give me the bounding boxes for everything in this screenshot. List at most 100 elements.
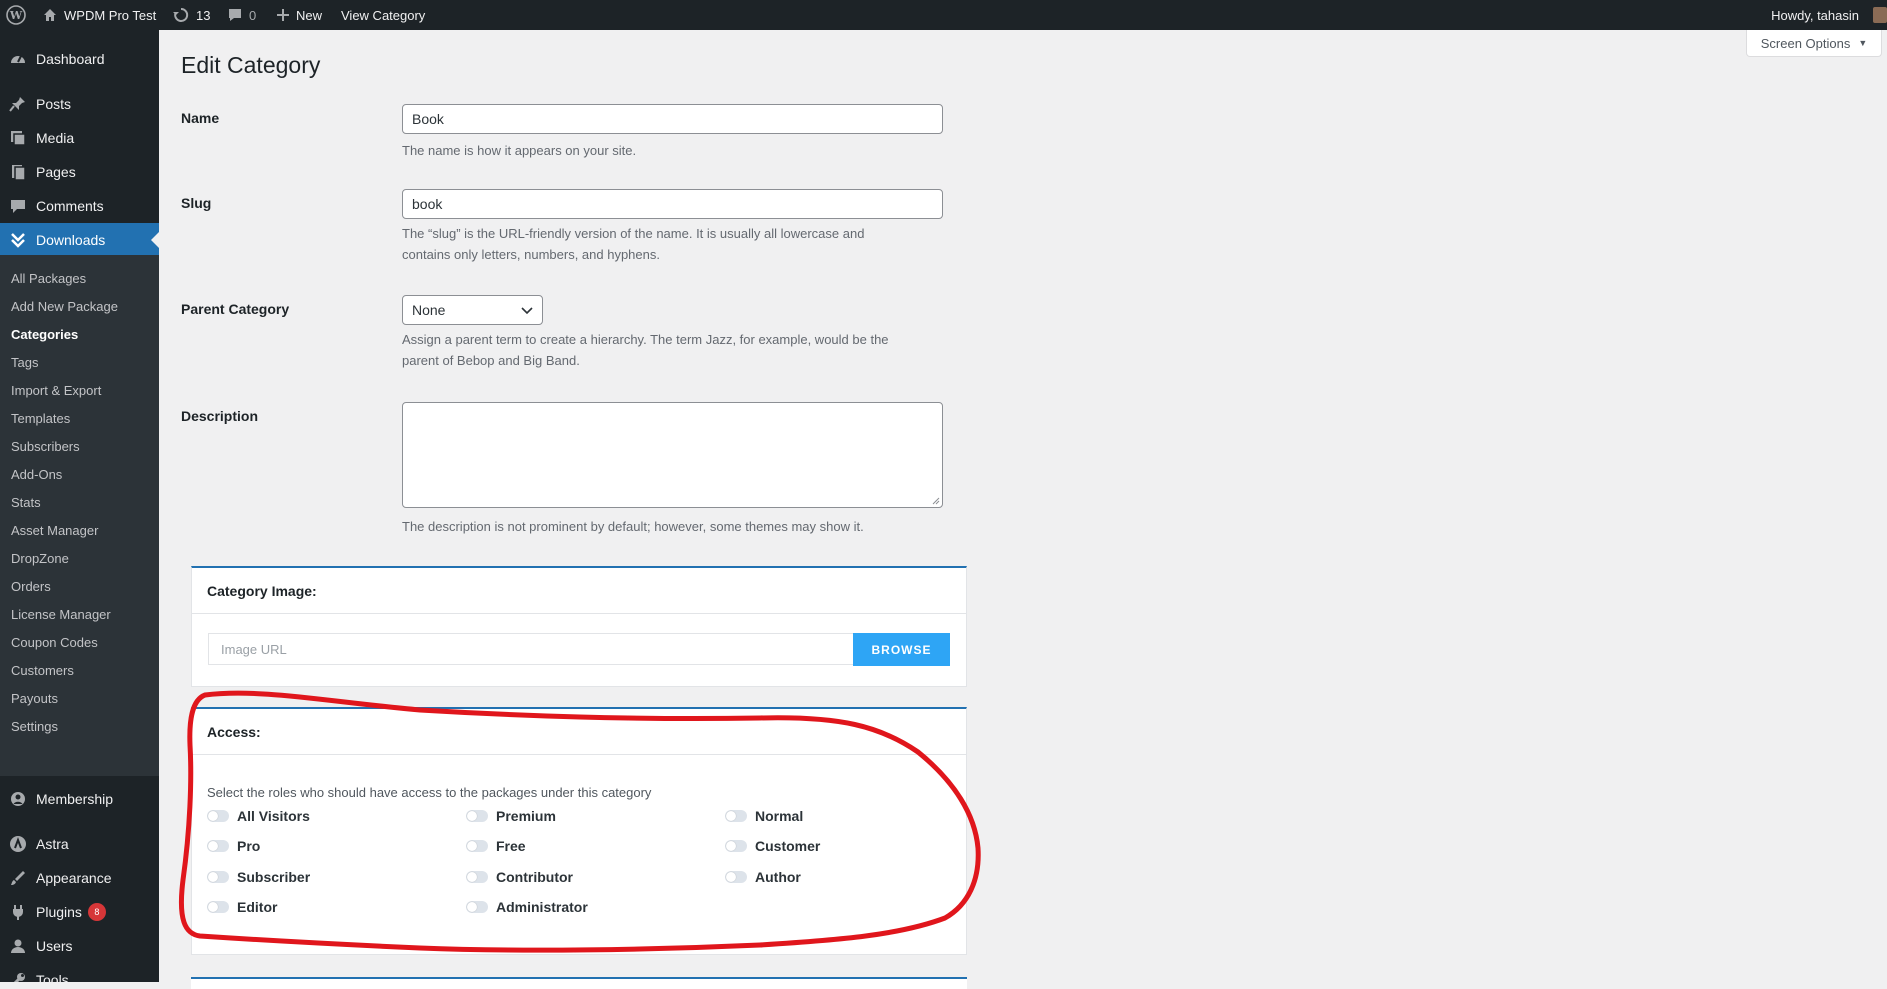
submenu-import-export[interactable]: Import & Export xyxy=(11,383,101,398)
media-icon xyxy=(0,129,36,147)
toggle-switch[interactable] xyxy=(466,901,488,913)
users-icon xyxy=(0,937,36,955)
screen-options-button[interactable]: Screen Options ▼ xyxy=(1746,30,1882,57)
user-avatar[interactable] xyxy=(1873,0,1887,30)
menu-dashboard[interactable]: Dashboard xyxy=(0,42,159,76)
submenu-coupon-codes[interactable]: Coupon Codes xyxy=(11,635,98,650)
role-contributor-toggle[interactable]: Contributor xyxy=(466,869,573,885)
slug-field[interactable]: book xyxy=(402,189,943,219)
menu-membership[interactable]: Membership xyxy=(0,782,159,816)
menu-media[interactable]: Media xyxy=(0,121,159,155)
role-pro-toggle[interactable]: Pro xyxy=(207,838,260,854)
role-author-toggle[interactable]: Author xyxy=(725,869,801,885)
plus-icon xyxy=(276,8,290,22)
role-label: Premium xyxy=(496,808,556,824)
submenu-stats[interactable]: Stats xyxy=(11,495,41,510)
name-field[interactable]: Book xyxy=(402,104,943,134)
tools-icon xyxy=(0,971,36,982)
toggle-switch[interactable] xyxy=(207,871,229,883)
site-name-link[interactable]: WPDM Pro Test xyxy=(42,0,156,30)
submenu-categories[interactable]: Categories xyxy=(11,327,78,342)
toggle-switch[interactable] xyxy=(207,840,229,852)
role-editor-toggle[interactable]: Editor xyxy=(207,899,277,915)
role-label: Editor xyxy=(237,899,278,915)
new-content-link[interactable]: New xyxy=(276,0,322,30)
menu-label: Comments xyxy=(36,198,104,214)
submenu-all-packages[interactable]: All Packages xyxy=(11,271,86,286)
menu-astra[interactable]: Astra xyxy=(0,827,159,861)
toggle-switch[interactable] xyxy=(466,810,488,822)
comment-bubble-icon xyxy=(227,7,243,23)
toggle-switch[interactable] xyxy=(725,810,747,822)
dashboard-icon xyxy=(0,50,36,68)
toggle-switch[interactable] xyxy=(725,840,747,852)
caret-down-icon: ▼ xyxy=(1858,38,1868,48)
role-customer-toggle[interactable]: Customer xyxy=(725,838,820,854)
access-panel: Access: Select the roles who should have… xyxy=(191,707,967,955)
role-normal-toggle[interactable]: Normal xyxy=(725,808,803,824)
role-label: Subscriber xyxy=(237,869,311,885)
toggle-switch[interactable] xyxy=(725,871,747,883)
submenu-asset-manager[interactable]: Asset Manager xyxy=(11,523,98,538)
submenu-dropzone[interactable]: DropZone xyxy=(11,551,69,566)
menu-label: Users xyxy=(36,938,73,954)
role-administrator-toggle[interactable]: Administrator xyxy=(466,899,588,915)
resize-handle-icon[interactable] xyxy=(932,497,940,505)
submenu-templates[interactable]: Templates xyxy=(11,411,70,426)
role-label: Pro xyxy=(237,838,261,854)
comments-count: 0 xyxy=(249,7,257,23)
description-textarea[interactable] xyxy=(402,402,943,508)
role-subscriber-toggle[interactable]: Subscriber xyxy=(207,869,310,885)
role-label: Administrator xyxy=(496,899,588,915)
menu-posts[interactable]: Posts xyxy=(0,87,159,121)
submenu-add-ons[interactable]: Add-Ons xyxy=(11,467,62,482)
submenu-payouts[interactable]: Payouts xyxy=(11,691,58,706)
menu-users[interactable]: Users xyxy=(0,929,159,963)
access-note: Select the roles who should have access … xyxy=(207,785,652,800)
role-label: All Visitors xyxy=(237,808,310,824)
user-greeting[interactable]: Howdy, tahasin xyxy=(1771,0,1859,30)
submenu-license-manager[interactable]: License Manager xyxy=(11,607,111,622)
page-title: Edit Category xyxy=(181,52,321,78)
downloads-icon xyxy=(0,231,36,249)
role-all-visitors-toggle[interactable]: All Visitors xyxy=(207,808,310,824)
comments-link[interactable]: 0 xyxy=(227,0,256,30)
submenu-orders[interactable]: Orders xyxy=(11,579,51,594)
toggle-switch[interactable] xyxy=(466,840,488,852)
menu-downloads[interactable]: Downloads xyxy=(0,223,159,257)
submenu-customers[interactable]: Customers xyxy=(11,663,74,678)
parent-category-select[interactable]: None xyxy=(402,295,543,325)
submenu-add-new-package[interactable]: Add New Package xyxy=(11,299,118,314)
wordpress-logo-icon[interactable]: W xyxy=(6,0,26,30)
chevron-down-icon xyxy=(521,302,533,318)
access-title: Access: xyxy=(192,709,966,755)
description-help: The description is not prominent by defa… xyxy=(402,519,864,534)
submenu-tags[interactable]: Tags xyxy=(11,355,38,370)
role-premium-toggle[interactable]: Premium xyxy=(466,808,556,824)
plugins-icon xyxy=(0,903,36,921)
parent-category-value: None xyxy=(412,302,446,318)
name-description: The name is how it appears on your site. xyxy=(402,143,637,158)
menu-tools[interactable]: Tools xyxy=(0,963,159,982)
view-category-link[interactable]: View Category xyxy=(341,0,425,30)
browse-button[interactable]: BROWSE xyxy=(853,633,950,666)
menu-label: Media xyxy=(36,130,75,146)
toggle-switch[interactable] xyxy=(207,810,229,822)
slug-value: book xyxy=(412,196,443,212)
submenu-settings[interactable]: Settings xyxy=(11,719,58,734)
role-free-toggle[interactable]: Free xyxy=(466,838,526,854)
toggle-switch[interactable] xyxy=(207,901,229,913)
menu-comments[interactable]: Comments xyxy=(0,189,159,223)
toggle-switch[interactable] xyxy=(466,871,488,883)
updates-link[interactable]: 13 xyxy=(172,0,210,30)
menu-pages[interactable]: Pages xyxy=(0,155,159,189)
menu-appearance[interactable]: Appearance xyxy=(0,861,159,895)
image-url-input[interactable]: Image URL xyxy=(208,633,853,665)
slug-description-line: contains only letters, numbers, and hyph… xyxy=(402,247,660,262)
submenu-subscribers[interactable]: Subscribers xyxy=(11,439,80,454)
menu-label: Pages xyxy=(36,164,76,180)
update-count-badge: 8 xyxy=(87,903,106,921)
admin-sidebar: Dashboard Posts Media Pages Comments Dow… xyxy=(0,30,159,982)
slug-label: Slug xyxy=(181,195,212,211)
menu-plugins[interactable]: Plugins 8 xyxy=(0,895,159,929)
